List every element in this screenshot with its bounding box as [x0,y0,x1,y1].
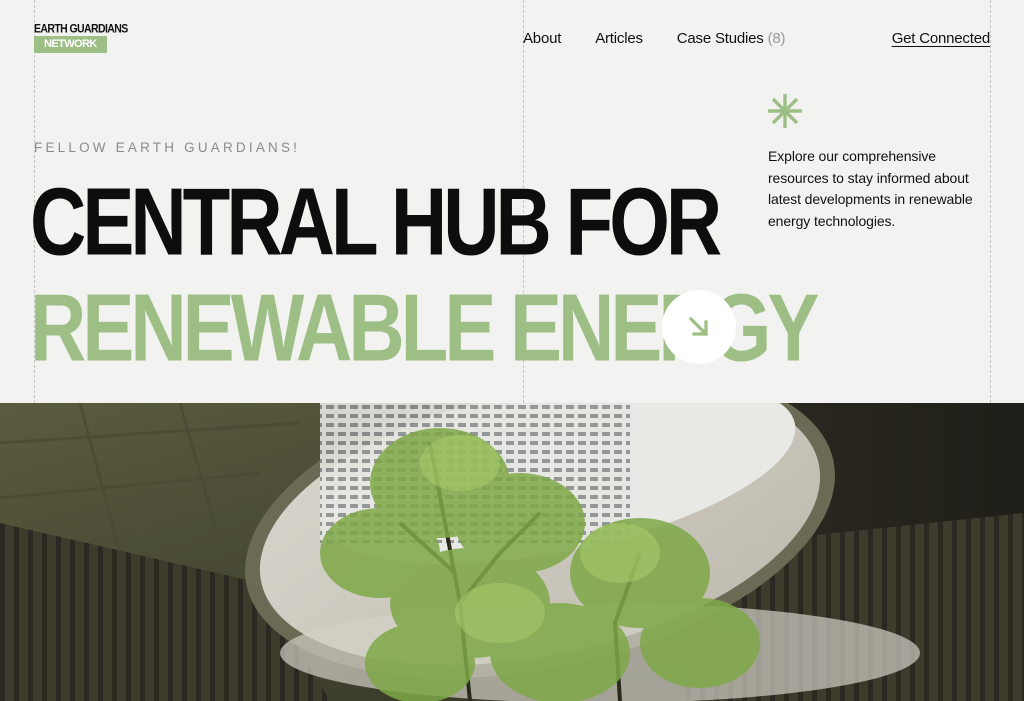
site-logo[interactable]: EARTH GUARDIANS NETWORK [34,22,128,53]
asterisk-icon [768,94,802,128]
case-studies-count: (8) [767,30,786,47]
nav-case-studies-label: Case Studies [676,30,764,47]
nav-articles[interactable]: Articles [595,30,643,48]
arrow-down-right-icon [688,316,709,337]
logo-line1: EARTH GUARDIANS [34,22,128,36]
scroll-down-button[interactable] [662,290,736,364]
nav-about[interactable]: About [523,30,561,48]
hero-eyebrow: FELLOW EARTH GUARDIANS! [34,140,301,155]
hero-description: Explore our comprehensive resources to s… [768,148,973,229]
logo-line2: NETWORK [34,36,107,53]
nav-case-studies[interactable]: Case Studies (8) [677,30,786,48]
get-connected-link[interactable]: Get Connected [892,30,991,48]
guide-line [990,0,991,403]
hero-photo [0,403,1024,701]
headline-line1: CENTRAL HUB FOR [30,167,722,276]
main-nav: About Articles Case Studies (8) [523,30,819,48]
architecture-trees-image [0,403,1024,701]
